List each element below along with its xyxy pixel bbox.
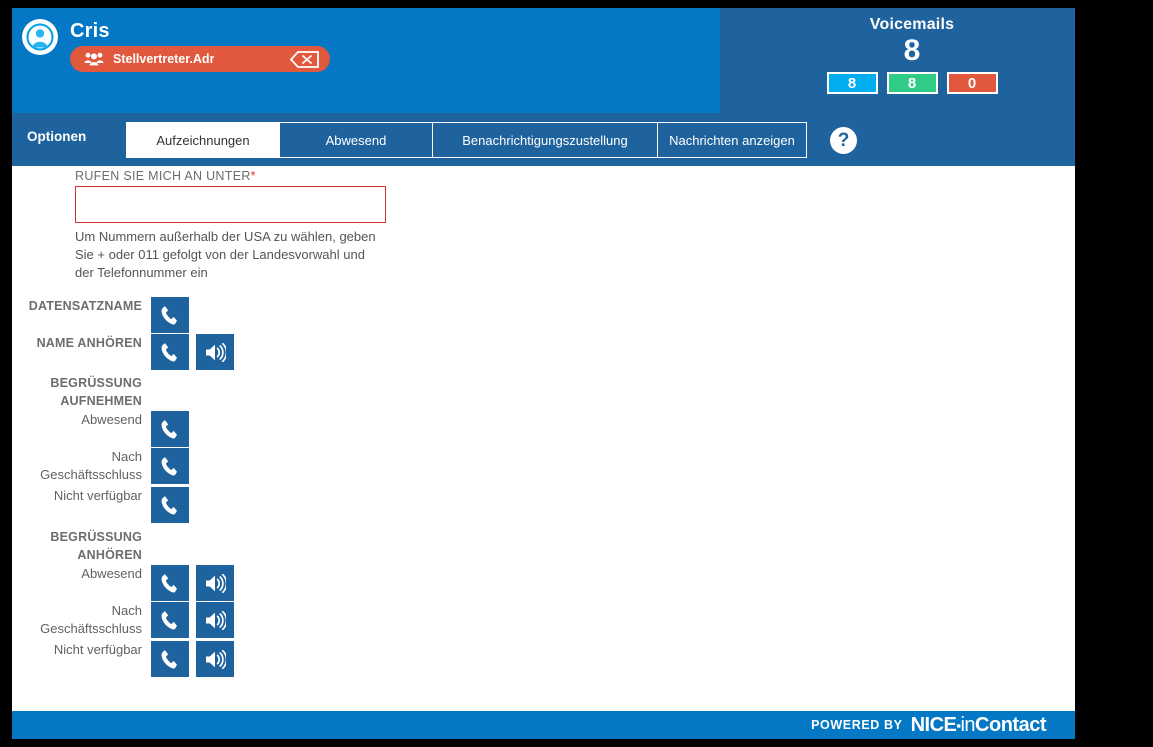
phone-field-label-text: RUFEN SIE MICH AN UNTER — [75, 169, 251, 183]
record-nach-geschaeftsschluss-phone-button[interactable] — [151, 448, 189, 484]
required-marker: * — [250, 169, 256, 183]
tab-list: Aufzeichnungen Abwesend Benachrichtigung… — [126, 122, 807, 158]
row-label: Nicht verfügbar — [53, 642, 142, 657]
app-footer: POWERED BY NICE▪inContact — [12, 711, 1075, 739]
brand-contact: Contact — [975, 713, 1046, 736]
group-people-icon — [84, 52, 104, 66]
voicemail-app-window: Cris Stellvertreter.Adr Voicemails 8 8 8… — [12, 8, 1075, 739]
row-label: NAME ANHÖREN — [36, 336, 142, 350]
row-buttons — [151, 411, 189, 447]
voicemails-badge-urgent[interactable]: 0 — [946, 72, 998, 94]
delegate-chip[interactable]: Stellvertreter.Adr — [70, 46, 330, 72]
delegate-chip-label: Stellvertreter.Adr — [113, 52, 215, 66]
main-content: RUFEN SIE MICH AN UNTER* Um Nummern auße… — [12, 166, 1075, 711]
play-abwesend-speaker-button[interactable] — [196, 565, 234, 601]
tab-bar: Optionen Aufzeichnungen Abwesend Benachr… — [12, 113, 1075, 166]
row-buttons — [151, 602, 234, 638]
row-begruessung-anhoeren-header: BEGRÜSSUNG ANHÖREN — [12, 528, 151, 564]
row-buttons — [151, 297, 189, 333]
question-mark-icon[interactable]: ? — [830, 127, 857, 154]
play-name-speaker-button[interactable] — [196, 334, 234, 370]
row-label: Nach Geschäftsschluss — [40, 449, 142, 482]
phone-icon — [161, 456, 177, 475]
row-record-nach-geschaeftsschluss: Nach Geschäftsschluss — [12, 448, 189, 484]
options-label: Optionen — [27, 129, 87, 144]
tab-aufzeichnungen[interactable]: Aufzeichnungen — [126, 122, 279, 158]
row-record-nicht-verfuegbar: Nicht verfügbar — [12, 487, 189, 523]
speaker-icon — [205, 649, 226, 669]
brand-in: in — [960, 713, 976, 736]
record-abwesend-phone-button[interactable] — [151, 411, 189, 447]
powered-by-label: POWERED BY — [811, 718, 903, 732]
row-buttons — [151, 487, 189, 523]
row-begruessung-aufnehmen-header: BEGRÜSSUNG AUFNEHMEN — [12, 374, 151, 410]
voicemails-badge-new[interactable]: 8 — [826, 72, 878, 94]
app-header: Cris Stellvertreter.Adr Voicemails 8 8 8… — [12, 8, 1075, 113]
row-label: Nicht verfügbar — [53, 488, 142, 503]
row-label: Nach Geschäftsschluss — [40, 603, 142, 636]
row-label: BEGRÜSSUNG ANHÖREN — [50, 530, 142, 562]
row-record-abwesend: Abwesend — [12, 411, 189, 447]
user-name: Cris — [70, 20, 110, 42]
tab-nachrichten-anzeigen[interactable]: Nachrichten anzeigen — [657, 122, 807, 158]
record-nicht-verfuegbar-phone-button[interactable] — [151, 487, 189, 523]
record-name-phone-button[interactable] — [151, 297, 189, 333]
row-label: DATENSATZNAME — [28, 299, 142, 313]
speaker-icon — [205, 573, 226, 593]
phone-field-label: RUFEN SIE MICH AN UNTER* — [75, 169, 256, 183]
tab-abwesend[interactable]: Abwesend — [279, 122, 432, 158]
phone-number-input[interactable] — [75, 186, 386, 223]
speaker-icon — [205, 342, 226, 362]
phone-icon — [161, 610, 177, 629]
play-nach-geschaeftsschluss-phone-button[interactable] — [151, 602, 189, 638]
phone-icon — [161, 305, 177, 324]
row-label: Abwesend — [81, 566, 142, 581]
play-nicht-verfuegbar-phone-button[interactable] — [151, 641, 189, 677]
row-label: Abwesend — [81, 412, 142, 427]
close-x-icon[interactable] — [289, 50, 321, 68]
row-play-abwesend: Abwesend — [12, 565, 234, 601]
row-buttons — [151, 334, 234, 370]
nice-incontact-logo: NICE▪inContact — [910, 713, 1047, 737]
phone-icon — [161, 573, 177, 592]
row-label: BEGRÜSSUNG AUFNEHMEN — [50, 376, 142, 408]
play-nicht-verfuegbar-speaker-button[interactable] — [196, 641, 234, 677]
voicemails-title: Voicemails — [869, 16, 955, 33]
speaker-icon — [205, 610, 226, 630]
row-buttons — [151, 641, 234, 677]
phone-icon — [161, 419, 177, 438]
row-play-nach-geschaeftsschluss: Nach Geschäftsschluss — [12, 602, 234, 638]
brand-nice: NICE — [910, 713, 957, 736]
row-play-nicht-verfuegbar: Nicht verfügbar — [12, 641, 234, 677]
phone-icon — [161, 649, 177, 668]
user-avatar-icon — [22, 19, 58, 55]
voicemails-total-count: 8 — [903, 34, 921, 67]
row-name-anhoeren: NAME ANHÖREN — [12, 334, 234, 370]
play-name-phone-button[interactable] — [151, 334, 189, 370]
play-nach-geschaeftsschluss-speaker-button[interactable] — [196, 602, 234, 638]
play-abwesend-phone-button[interactable] — [151, 565, 189, 601]
row-datensatzname: DATENSATZNAME — [12, 297, 189, 333]
phone-hint-text: Um Nummern außerhalb der USA zu wählen, … — [75, 229, 376, 280]
voicemails-summary: Voicemails 8 8 8 0 — [772, 16, 1052, 94]
row-buttons — [151, 448, 189, 484]
tab-benachrichtigungszustellung[interactable]: Benachrichtigungszustellung — [432, 122, 657, 158]
phone-icon — [161, 495, 177, 514]
phone-icon — [161, 342, 177, 361]
voicemails-badges: 8 8 0 — [772, 72, 1052, 94]
row-buttons — [151, 565, 234, 601]
voicemails-badge-heard[interactable]: 8 — [886, 72, 938, 94]
